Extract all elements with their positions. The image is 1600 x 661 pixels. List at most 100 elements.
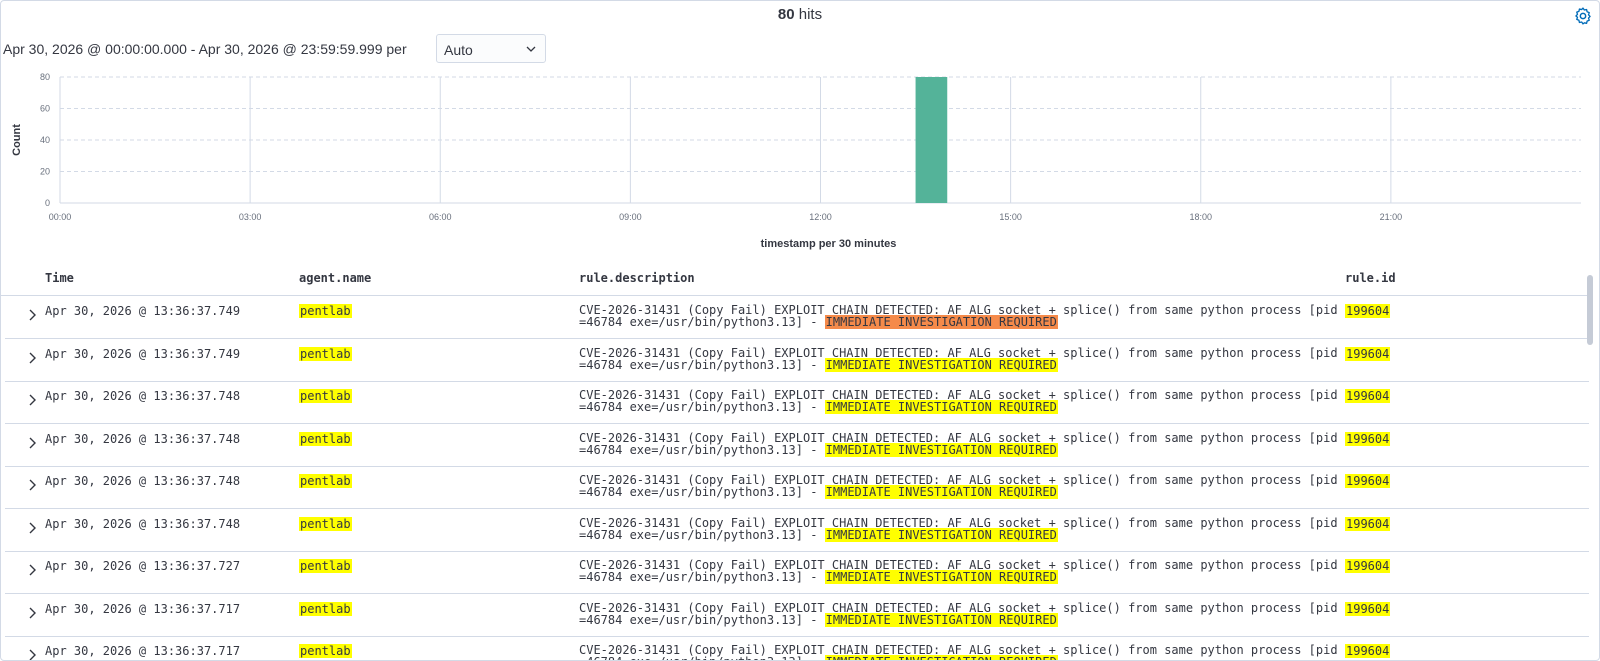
hits-label: hits: [798, 6, 823, 23]
x-axis-label: timestamp per 30 minutes: [761, 238, 897, 250]
hits-counter: 80 hits: [1, 6, 1599, 23]
table-header: Time agent.name rule.description rule.id: [1, 263, 1593, 296]
chevron-right-icon[interactable]: [25, 521, 39, 535]
desc-highlight: IMMEDIATE INVESTIGATION REQUIRED: [824, 655, 1058, 660]
agent-highlight: pentlab: [299, 559, 352, 573]
chevron-down-icon: [526, 46, 536, 52]
chevron-right-icon[interactable]: [25, 436, 39, 450]
column-header-rule-id[interactable]: rule.id: [1345, 271, 1396, 285]
cell-rule-description: CVE-2026-31431 (Copy Fail) EXPLOIT CHAIN…: [579, 389, 1339, 414]
cell-time: Apr 30, 2026 @ 13:36:37.748: [45, 474, 241, 488]
x-tick-label: 03:00: [239, 212, 262, 222]
cell-time: Apr 30, 2026 @ 13:36:37.749: [45, 346, 241, 361]
column-header-agent-name[interactable]: agent.name: [299, 271, 371, 285]
cell-rule-id: 199604: [1345, 431, 1391, 446]
rule-id-highlight: 199604: [1345, 516, 1391, 531]
time-range-label: Apr 30, 2026 @ 00:00:00.000 - Apr 30, 20…: [3, 41, 407, 57]
x-tick-label: 09:00: [619, 212, 642, 222]
x-tick-label: 12:00: [809, 212, 832, 222]
table-row[interactable]: Apr 30, 2026 @ 13:36:37.748 pentlab CVE-20…: [5, 509, 1589, 552]
table-scrollbar[interactable]: [1587, 275, 1593, 345]
cell-rule-id: 199604: [1345, 389, 1391, 403]
cell-rule-id: 199604: [1345, 601, 1391, 616]
cell-agent-name: pentlab: [299, 431, 352, 446]
chevron-right-icon[interactable]: [25, 308, 39, 322]
table-row[interactable]: Apr 30, 2026 @ 13:36:37.748 pentlab CVE-20…: [5, 424, 1589, 467]
interval-select[interactable]: Auto: [436, 34, 546, 63]
histogram-chart[interactable]: 0 20 40 60 80 00:00 03:00 06:00 09:00 12:00 15:00 1…: [1, 67, 1600, 257]
rule-id-highlight: 199604: [1345, 474, 1391, 488]
desc-highlight: IMMEDIATE INVESTIGATION REQUIRED: [824, 485, 1058, 499]
cell-time: Apr 30, 2026 @ 13:36:37.717: [45, 601, 241, 616]
x-tick-label: 06:00: [429, 212, 452, 222]
desc-highlight: IMMEDIATE INVESTIGATION REQUIRED: [824, 570, 1058, 584]
rule-id-highlight: 199604: [1345, 644, 1391, 658]
table-row[interactable]: Apr 30, 2026 @ 13:36:37.749 pentlab CVE-20…: [5, 339, 1589, 382]
cell-rule-id: 199604: [1345, 559, 1391, 573]
y-tick-label: 60: [40, 104, 50, 114]
agent-highlight: pentlab: [299, 601, 352, 616]
hits-count: 80: [777, 6, 795, 23]
cell-agent-name: pentlab: [299, 389, 352, 403]
cell-rule-description: CVE-2026-31431 (Copy Fail) EXPLOIT CHAIN…: [579, 347, 1339, 372]
rule-id-highlight: 199604: [1345, 389, 1391, 403]
cell-rule-description: CVE-2026-31431 (Copy Fail) EXPLOIT CHAIN…: [579, 517, 1339, 542]
table-row[interactable]: Apr 30, 2026 @ 13:36:37.717 pentlab CVE-20…: [5, 636, 1589, 661]
cell-rule-description: CVE-2026-31431 (Copy Fail) EXPLOIT CHAIN…: [579, 559, 1339, 584]
y-tick-label: 20: [40, 167, 50, 177]
cell-time: Apr 30, 2026 @ 13:36:37.727: [45, 559, 241, 573]
x-tick-label: 21:00: [1380, 212, 1403, 222]
agent-highlight: pentlab: [299, 516, 352, 531]
chevron-right-icon[interactable]: [25, 478, 39, 492]
y-tick-label: 40: [40, 135, 50, 145]
y-tick-label: 80: [40, 72, 50, 82]
cell-agent-name: pentlab: [299, 346, 352, 361]
cell-time: Apr 30, 2026 @ 13:36:37.748: [45, 389, 241, 403]
table-row[interactable]: Apr 30, 2026 @ 13:36:37.749 pentlab CVE-20…: [5, 296, 1589, 339]
cell-time: Apr 30, 2026 @ 13:36:37.749: [45, 304, 241, 318]
x-tick-label: 00:00: [49, 212, 72, 222]
agent-highlight: pentlab: [299, 389, 352, 403]
desc-highlight: IMMEDIATE INVESTIGATION REQUIRED: [824, 357, 1058, 372]
desc-highlight: IMMEDIATE INVESTIGATION REQUIRED: [824, 612, 1058, 627]
column-header-rule-description[interactable]: rule.description: [579, 271, 695, 285]
cell-agent-name: pentlab: [299, 601, 352, 616]
rule-id-highlight: 199604: [1345, 431, 1391, 446]
y-axis-label: Count: [11, 124, 23, 156]
cell-rule-id: 199604: [1345, 304, 1391, 318]
desc-highlight: IMMEDIATE INVESTIGATION REQUIRED: [824, 442, 1058, 457]
chevron-right-icon[interactable]: [25, 606, 39, 620]
table-row[interactable]: Apr 30, 2026 @ 13:36:37.748 pentlab CVE-20…: [5, 381, 1589, 424]
agent-highlight: pentlab: [299, 644, 352, 658]
discover-panel: 80 hits Apr 30, 2026 @ 00:00:00.000 - Ap…: [0, 0, 1600, 661]
agent-highlight: pentlab: [299, 431, 352, 446]
cell-rule-id: 199604: [1345, 516, 1391, 531]
chevron-right-icon[interactable]: [25, 563, 39, 577]
y-tick-label: 0: [45, 198, 50, 208]
desc-highlight: IMMEDIATE INVESTIGATION REQUIRED: [824, 527, 1058, 542]
agent-highlight: pentlab: [299, 304, 352, 318]
x-tick-label: 18:00: [1189, 212, 1212, 222]
chevron-right-icon[interactable]: [25, 393, 39, 407]
histogram-bar[interactable]: [915, 77, 948, 203]
cell-agent-name: pentlab: [299, 559, 352, 573]
interval-value: Auto: [444, 42, 473, 58]
column-header-time[interactable]: Time: [45, 271, 74, 285]
cell-rule-id: 199604: [1345, 644, 1391, 658]
desc-highlight: IMMEDIATE INVESTIGATION REQUIRED: [824, 400, 1058, 414]
cell-time: Apr 30, 2026 @ 13:36:37.748: [45, 431, 241, 446]
table-row[interactable]: Apr 30, 2026 @ 13:36:37.727 pentlab CVE-20…: [5, 551, 1589, 594]
cell-agent-name: pentlab: [299, 474, 352, 488]
cell-rule-id: 199604: [1345, 474, 1391, 488]
table-row[interactable]: Apr 30, 2026 @ 13:36:37.748 pentlab CVE-20…: [5, 466, 1589, 509]
gear-icon[interactable]: [1573, 6, 1593, 26]
cell-time: Apr 30, 2026 @ 13:36:37.748: [45, 516, 241, 531]
chevron-right-icon[interactable]: [25, 351, 39, 365]
agent-highlight: pentlab: [299, 346, 352, 361]
chevron-right-icon[interactable]: [25, 648, 39, 661]
table-row[interactable]: Apr 30, 2026 @ 13:36:37.717 pentlab CVE-20…: [5, 594, 1589, 637]
cell-rule-id: 199604: [1345, 346, 1391, 361]
cell-agent-name: pentlab: [299, 304, 352, 318]
cell-agent-name: pentlab: [299, 644, 352, 658]
cell-rule-description: CVE-2026-31431 (Copy Fail) EXPLOIT CHAIN…: [579, 474, 1339, 499]
